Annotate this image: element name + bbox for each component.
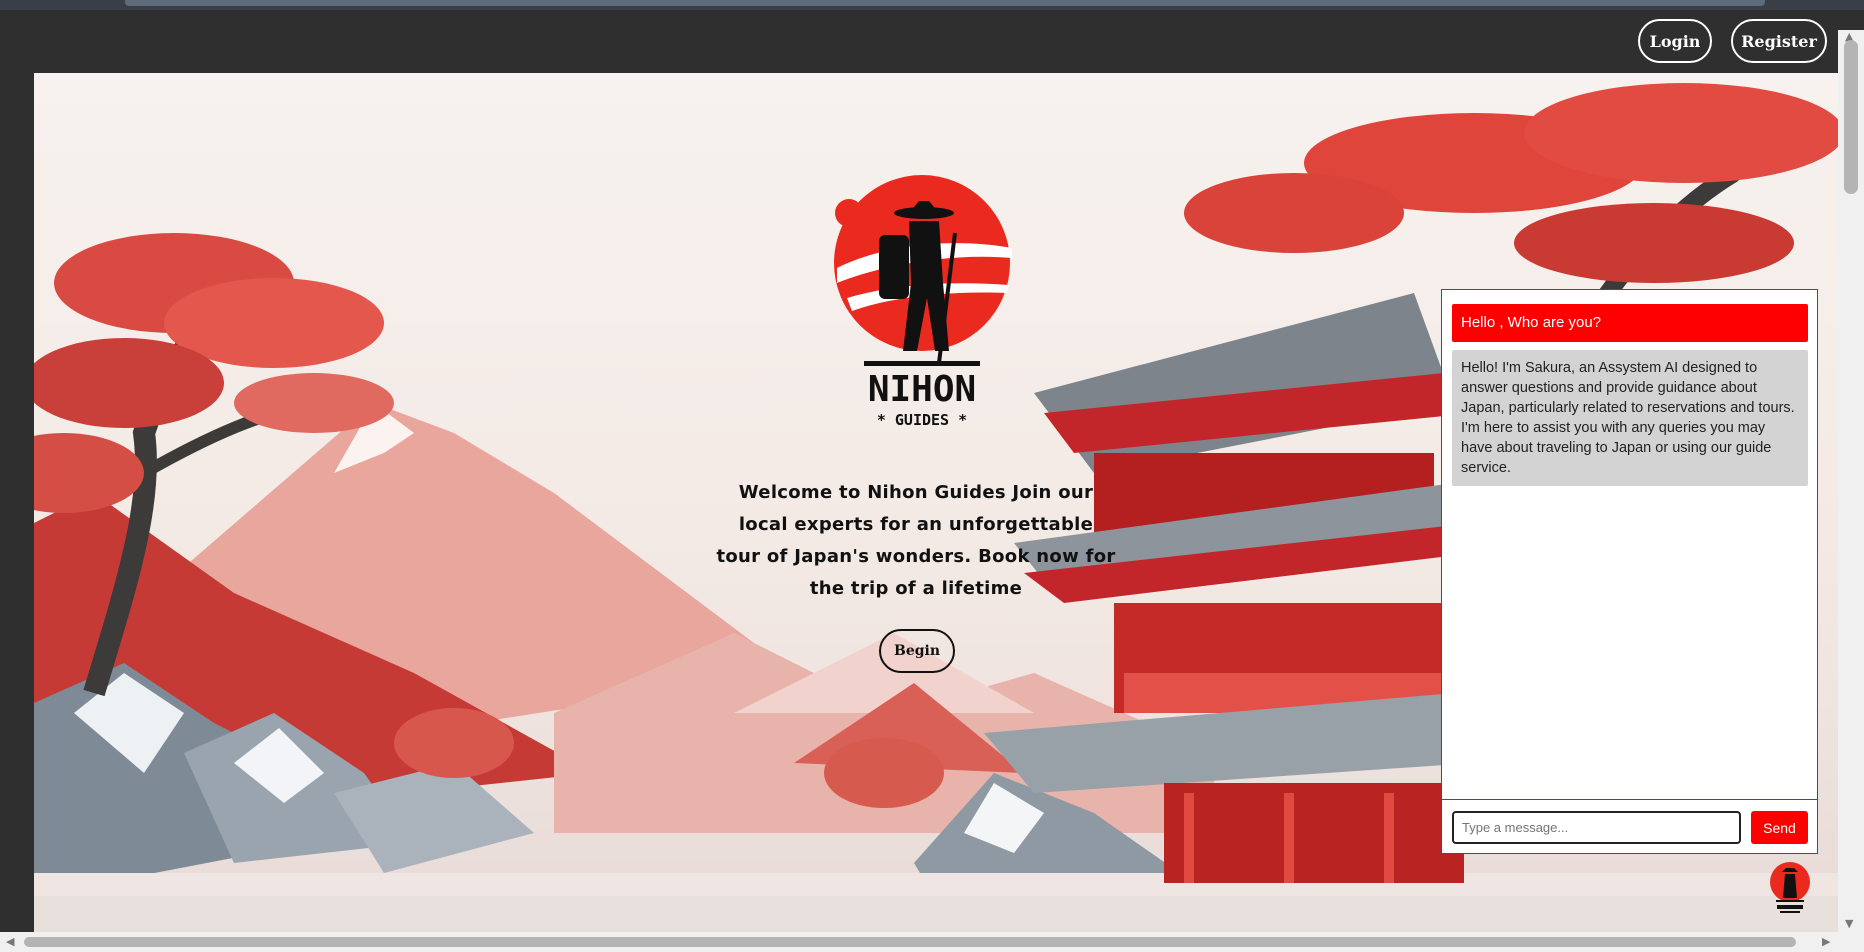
horizontal-scroll-thumb[interactable] xyxy=(24,937,1796,947)
vertical-scrollbar[interactable]: ▲ ▼ xyxy=(1838,30,1864,932)
begin-button[interactable]: Begin xyxy=(879,629,955,673)
chat-user-message: Hello , Who are you? xyxy=(1452,304,1808,342)
scrollbar-corner xyxy=(1838,932,1864,952)
hero-bottom-strip xyxy=(34,896,1838,936)
register-button[interactable]: Register xyxy=(1731,19,1827,63)
svg-text:* GUIDES *: * GUIDES * xyxy=(877,411,967,429)
scroll-down-arrow-icon[interactable]: ▼ xyxy=(1845,917,1853,930)
chat-message-input[interactable] xyxy=(1452,811,1741,844)
chat-bot-message: Hello! I'm Sakura, an Assystem AI design… xyxy=(1452,350,1808,486)
vertical-scroll-thumb[interactable] xyxy=(1844,40,1858,194)
welcome-text: Welcome to Nihon Guides Join our local e… xyxy=(716,482,1116,599)
login-button[interactable]: Login xyxy=(1638,19,1712,63)
browser-top-bar xyxy=(0,0,1864,10)
page: Login Register NIHON * GUIDES * Welcome … xyxy=(0,10,1838,936)
browser-tab-strip xyxy=(125,0,1765,6)
nihon-guides-logo: NIHON * GUIDES * xyxy=(834,175,1012,429)
scroll-right-arrow-icon[interactable]: ▶ xyxy=(1822,935,1830,948)
chat-input-row: Send xyxy=(1442,799,1817,854)
send-button[interactable]: Send xyxy=(1751,811,1808,844)
nihon-guides-mini-logo-icon[interactable] xyxy=(1760,860,1818,918)
horizontal-scrollbar[interactable]: ◀ ▶ xyxy=(0,932,1838,952)
svg-text:NIHON: NIHON xyxy=(868,369,976,410)
chat-widget: Hello , Who are you? Hello! I'm Sakura, … xyxy=(1441,289,1818,854)
scroll-left-arrow-icon[interactable]: ◀ xyxy=(6,935,14,948)
